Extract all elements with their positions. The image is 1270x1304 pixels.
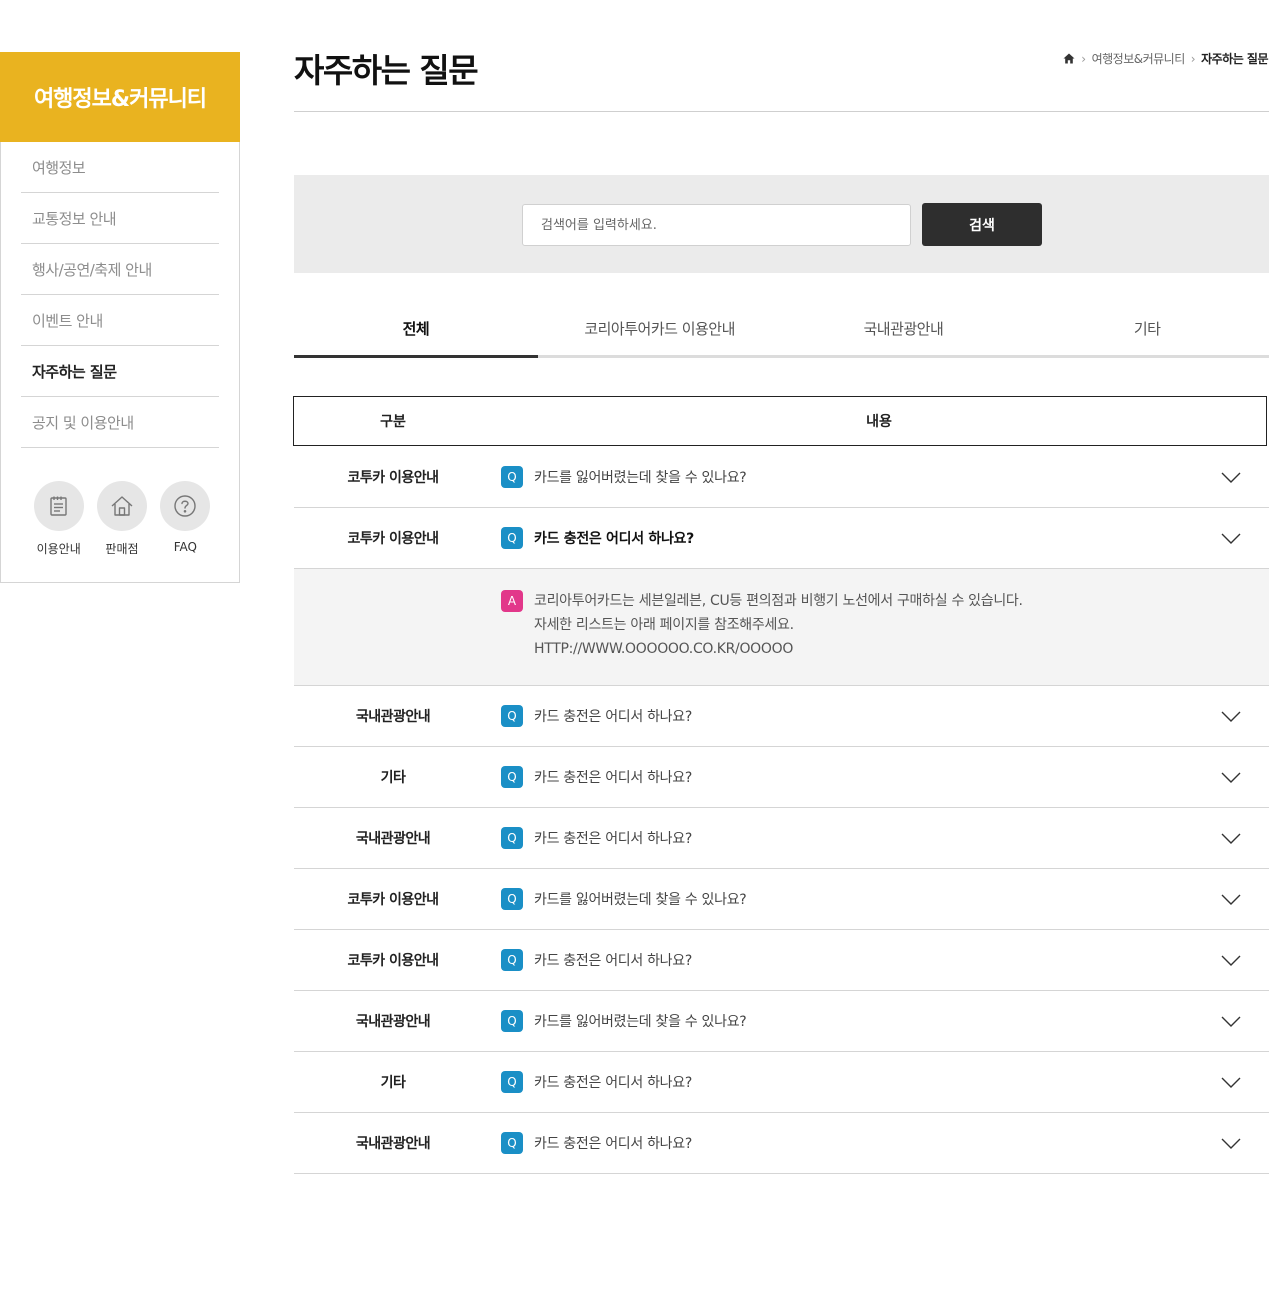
question-badge: Q — [501, 1010, 523, 1032]
question-badge: Q — [501, 888, 523, 910]
table-header: 구분 내용 — [293, 396, 1267, 446]
chevron-down-icon[interactable] — [1219, 887, 1243, 911]
faq-row[interactable]: 코투카 이용안내 Q 카드를 잃어버렸는데 찾을 수 있나요? — [294, 869, 1269, 930]
breadcrumb-current: 자주하는 질문 — [1201, 52, 1268, 66]
column-header-content: 내용 — [866, 414, 892, 430]
faq-question: 카드 충전은 어디서 하나요? — [534, 1136, 692, 1152]
chevron-right-icon: › — [1190, 51, 1196, 66]
sidebar: 여행정보&커뮤니티 여행정보 교통정보 안내 행사/공연/축제 안내 이벤트 안… — [0, 52, 240, 583]
quick-links: 이용안내 판매점 FAQ — [27, 481, 217, 557]
faq-question: 카드를 잃어버렸는데 찾을 수 있나요? — [534, 892, 747, 908]
faq-question: 카드를 잃어버렸는데 찾을 수 있나요? — [534, 1014, 747, 1030]
breadcrumb: › 여행정보&커뮤니티 › 자주하는 질문 — [1063, 50, 1268, 67]
faq-list: 코투카 이용안내 Q 카드를 잃어버렸는데 찾을 수 있나요? 코투카 이용안내… — [294, 447, 1269, 1174]
sidebar-menu: 여행정보 교통정보 안내 행사/공연/축제 안내 이벤트 안내 자주하는 질문 … — [21, 142, 219, 448]
title-divider — [294, 111, 1269, 112]
quick-link-guide[interactable]: 이용안내 — [27, 481, 90, 557]
home-icon[interactable] — [1063, 53, 1075, 64]
faq-answer: A 코리아투어카드는 세븐일레븐, CU등 편의점과 비행기 노선에서 구매하실… — [294, 569, 1269, 686]
quick-link-label: 이용안내 — [36, 542, 81, 556]
faq-category: 국내관광안내 — [355, 1136, 431, 1152]
question-badge: Q — [501, 1071, 523, 1093]
sidebar-item-transport-info[interactable]: 교통정보 안내 — [21, 193, 219, 244]
faq-category: 국내관광안내 — [355, 831, 431, 847]
faq-question: 카드를 잃어버렸는데 찾을 수 있나요? — [534, 470, 747, 486]
sidebar-item-faq[interactable]: 자주하는 질문 — [21, 346, 219, 397]
chevron-down-icon[interactable] — [1219, 1070, 1243, 1094]
chevron-down-icon[interactable] — [1219, 1009, 1243, 1033]
question-badge: Q — [501, 466, 523, 488]
faq-category: 코투카 이용안내 — [347, 953, 439, 969]
faq-question: 카드 충전은 어디서 하나요? — [534, 1075, 692, 1091]
chevron-down-icon[interactable] — [1219, 948, 1243, 972]
sidebar-item-event-info[interactable]: 이벤트 안내 — [21, 295, 219, 346]
faq-category: 기타 — [380, 770, 406, 786]
breadcrumb-item[interactable]: 여행정보&커뮤니티 — [1092, 50, 1186, 67]
search-area: 검색 — [294, 175, 1269, 273]
answer-line: 자세한 리스트는 아래 페이지를 참조해주세요. — [534, 617, 794, 633]
faq-category: 국내관광안내 — [355, 709, 431, 725]
column-header-category: 구분 — [380, 414, 406, 430]
question-badge: Q — [501, 766, 523, 788]
faq-row[interactable]: 국내관광안내 Q 카드 충전은 어디서 하나요? — [294, 808, 1269, 869]
answer-link[interactable]: HTTP://WWW.OOOOOO.CO.KR/OOOOO — [534, 637, 1023, 661]
sidebar-item-events-festivals[interactable]: 행사/공연/축제 안내 — [21, 244, 219, 295]
faq-question: 카드 충전은 어디서 하나요? — [534, 709, 692, 725]
chevron-right-icon: › — [1081, 51, 1086, 66]
faq-question: 카드 충전은 어디서 하나요? — [534, 531, 694, 547]
chevron-down-icon[interactable] — [1219, 765, 1243, 789]
faq-row[interactable]: 국내관광안내 Q 카드 충전은 어디서 하나요? — [294, 686, 1269, 747]
category-tabs: 전체 코리아투어카드 이용안내 국내관광안내 기타 — [294, 305, 1269, 358]
search-input[interactable] — [522, 204, 911, 246]
quick-link-faq[interactable]: FAQ — [154, 481, 217, 557]
faq-category: 코투카 이용안내 — [347, 892, 439, 908]
faq-question: 카드 충전은 어디서 하나요? — [534, 831, 692, 847]
question-badge: Q — [501, 1132, 523, 1154]
chevron-down-icon[interactable] — [1219, 704, 1243, 728]
chevron-down-icon[interactable] — [1219, 526, 1243, 550]
home-icon — [96, 481, 147, 531]
notepad-icon — [33, 481, 84, 531]
faq-row[interactable]: 코투카 이용안내 Q 카드를 잃어버렸는데 찾을 수 있나요? — [294, 447, 1269, 508]
chevron-down-icon[interactable] — [1219, 1131, 1243, 1155]
faq-row[interactable]: 기타 Q 카드 충전은 어디서 하나요? — [294, 1052, 1269, 1113]
faq-row[interactable]: 기타 Q 카드 충전은 어디서 하나요? — [294, 747, 1269, 808]
faq-question: 카드 충전은 어디서 하나요? — [534, 770, 692, 786]
search-button[interactable]: 검색 — [922, 203, 1042, 246]
tab-korea-tour-card[interactable]: 코리아투어카드 이용안내 — [538, 305, 782, 355]
faq-question: 카드 충전은 어디서 하나요? — [534, 953, 692, 969]
answer-badge: A — [501, 590, 523, 612]
page-title: 자주하는 질문 — [294, 51, 479, 90]
sidebar-title: 여행정보&커뮤니티 — [0, 52, 240, 142]
quick-link-label: 판매점 — [105, 542, 139, 556]
chevron-down-icon[interactable] — [1219, 826, 1243, 850]
question-icon — [160, 481, 211, 531]
question-badge: Q — [501, 949, 523, 971]
faq-category: 국내관광안내 — [355, 1014, 431, 1030]
sidebar-item-travel-info[interactable]: 여행정보 — [21, 142, 219, 193]
faq-row[interactable]: 국내관광안내 Q 카드 충전은 어디서 하나요? — [294, 1113, 1269, 1174]
question-badge: Q — [501, 827, 523, 849]
faq-row[interactable]: 코투카 이용안내 Q 카드 충전은 어디서 하나요? — [294, 508, 1269, 569]
answer-text: 코리아투어카드는 세븐일레븐, CU등 편의점과 비행기 노선에서 구매하실 수… — [534, 589, 1023, 661]
quick-link-store[interactable]: 판매점 — [90, 481, 153, 557]
tab-domestic-tourism[interactable]: 국내관광안내 — [782, 305, 1026, 355]
chevron-down-icon[interactable] — [1219, 465, 1243, 489]
faq-row[interactable]: 국내관광안내 Q 카드를 잃어버렸는데 찾을 수 있나요? — [294, 991, 1269, 1052]
tab-all[interactable]: 전체 — [294, 305, 538, 358]
faq-category: 코투카 이용안내 — [347, 470, 439, 486]
faq-category: 기타 — [380, 1075, 406, 1091]
faq-category: 코투카 이용안내 — [347, 531, 439, 547]
question-badge: Q — [501, 705, 523, 727]
question-badge: Q — [501, 527, 523, 549]
sidebar-item-notice[interactable]: 공지 및 이용안내 — [21, 397, 219, 448]
answer-line: 코리아투어카드는 세븐일레븐, CU등 편의점과 비행기 노선에서 구매하실 수… — [534, 593, 1023, 609]
tab-etc[interactable]: 기타 — [1025, 305, 1269, 355]
quick-link-label: FAQ — [173, 540, 197, 554]
faq-row[interactable]: 코투카 이용안내 Q 카드 충전은 어디서 하나요? — [294, 930, 1269, 991]
